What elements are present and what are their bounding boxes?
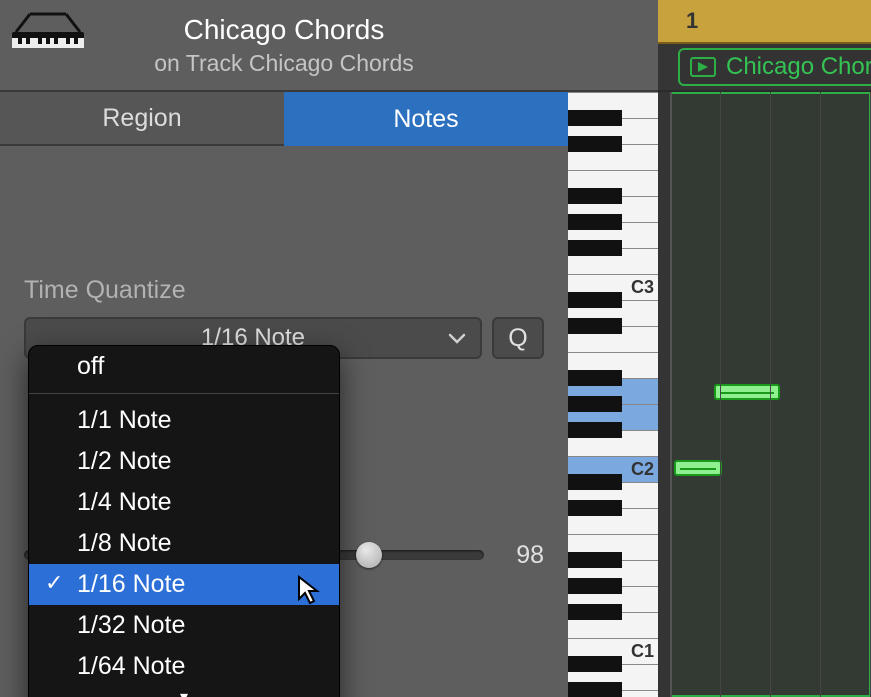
piano-black-key[interactable] xyxy=(568,240,622,256)
midi-note[interactable] xyxy=(674,460,722,476)
gridline xyxy=(720,92,721,697)
piano-black-key[interactable] xyxy=(568,318,622,334)
time-quantize-label: Time Quantize xyxy=(24,276,544,305)
piano-black-key[interactable] xyxy=(568,682,622,697)
piano-black-key[interactable] xyxy=(568,292,622,308)
quantize-option-1-16[interactable]: 1/16 Note xyxy=(29,564,339,605)
quantize-option-off[interactable]: off xyxy=(29,346,339,387)
clip-name: Chicago Chor xyxy=(726,53,871,81)
piano-black-key[interactable] xyxy=(568,422,622,438)
piano-black-key[interactable] xyxy=(568,396,622,412)
velocity-value: 98 xyxy=(500,541,544,570)
piano-black-key[interactable] xyxy=(568,188,622,204)
piano-keyboard[interactable]: C3 C2 C1 xyxy=(568,0,658,697)
piano-roll-grid[interactable] xyxy=(658,92,871,697)
velocity-thumb[interactable] xyxy=(356,542,382,568)
gridline xyxy=(770,92,771,697)
keyboard-icon xyxy=(10,8,88,63)
quantize-popup: off 1/1 Note 1/2 Note 1/4 Note 1/8 Note … xyxy=(28,345,340,697)
quantize-option-1-2[interactable]: 1/2 Note xyxy=(29,441,339,482)
octave-label: C3 xyxy=(631,277,654,298)
quantize-option-1-1[interactable]: 1/1 Note xyxy=(29,400,339,441)
popup-more-icon[interactable]: ▾ xyxy=(29,687,339,697)
quantize-option-1-64[interactable]: 1/64 Note xyxy=(29,646,339,687)
bar-number: 1 xyxy=(686,8,698,34)
chevron-down-icon xyxy=(448,324,466,352)
piano-black-key[interactable] xyxy=(568,214,622,230)
popup-divider xyxy=(29,393,339,394)
region-title: Chicago Chords xyxy=(154,14,414,46)
octave-label: C1 xyxy=(631,641,654,662)
piano-black-key[interactable] xyxy=(568,500,622,516)
region-subtitle: on Track Chicago Chords xyxy=(154,50,414,77)
quantize-button[interactable]: Q xyxy=(492,317,544,359)
header: Chicago Chords on Track Chicago Chords xyxy=(0,0,568,92)
piano-black-key[interactable] xyxy=(568,656,622,672)
tab-region[interactable]: Region xyxy=(0,92,284,146)
octave-label: C2 xyxy=(631,459,654,480)
tab-bar: Region Notes xyxy=(0,92,568,146)
tab-notes[interactable]: Notes xyxy=(284,92,568,146)
gridline xyxy=(670,92,672,697)
clip-header[interactable]: Chicago Chor xyxy=(658,44,871,92)
app-root: Chicago Chords on Track Chicago Chords R… xyxy=(0,0,871,697)
piano-black-key[interactable] xyxy=(568,578,622,594)
piano-roll-editor: 1 Chicago Chor xyxy=(658,0,871,697)
play-icon xyxy=(690,57,716,77)
piano-black-key[interactable] xyxy=(568,552,622,568)
gridline xyxy=(820,92,821,697)
quantize-option-1-8[interactable]: 1/8 Note xyxy=(29,523,339,564)
timeline-ruler[interactable]: 1 xyxy=(658,0,871,44)
piano-black-key[interactable] xyxy=(568,136,622,152)
quantize-option-1-32[interactable]: 1/32 Note xyxy=(29,605,339,646)
quantize-option-1-4[interactable]: 1/4 Note xyxy=(29,482,339,523)
piano-black-key[interactable] xyxy=(568,474,622,490)
piano-black-key[interactable] xyxy=(568,370,622,386)
piano-black-key[interactable] xyxy=(568,604,622,620)
piano-black-key[interactable] xyxy=(568,110,622,126)
inspector-panel: Chicago Chords on Track Chicago Chords R… xyxy=(0,0,568,697)
